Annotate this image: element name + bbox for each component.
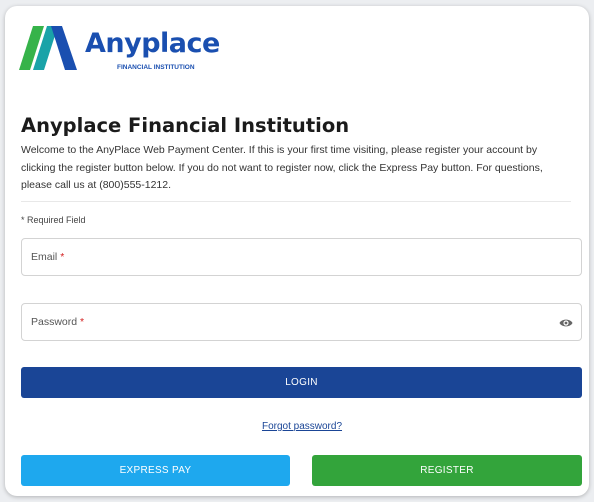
welcome-text: Welcome to the AnyPlace Web Payment Cent… [21,144,543,191]
brand-logo: Anyplace FINANCIAL INSTITUTION [19,24,229,80]
express-pay-button[interactable]: EXPRESS PAY [21,455,290,486]
email-field[interactable]: Email * [21,238,582,276]
password-field[interactable]: Password * [21,303,582,341]
required-star: * [80,316,85,328]
brand-name: Anyplace [85,28,220,59]
forgot-password-link[interactable]: Forgot password? [5,421,594,432]
divider [21,201,571,202]
register-button[interactable]: REGISTER [312,455,582,486]
required-field-note: * Required Field [21,215,86,225]
password-label: Password * [31,316,85,328]
login-button[interactable]: LOGIN [21,367,582,398]
required-star: * [60,251,65,263]
logo-mark-icon [19,26,77,70]
brand-subtitle: FINANCIAL INSTITUTION [117,64,195,71]
eye-icon[interactable] [559,316,573,328]
email-label: Email * [31,251,65,263]
login-card: Anyplace FINANCIAL INSTITUTION Anyplace … [5,6,589,496]
page-title: Anyplace Financial Institution [21,114,350,137]
